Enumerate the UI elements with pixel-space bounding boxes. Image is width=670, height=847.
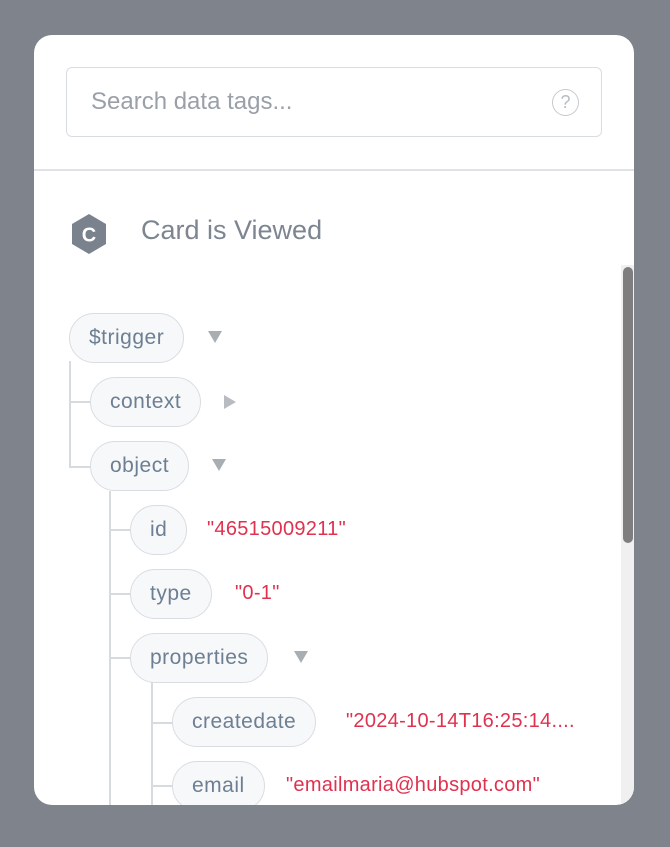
- tag-type[interactable]: type: [130, 569, 212, 619]
- tag-createdate[interactable]: createdate: [172, 697, 317, 747]
- collapse-arrow-icon[interactable]: [212, 459, 226, 471]
- event-title: Card is Viewed: [141, 215, 323, 245]
- search-input[interactable]: [91, 68, 541, 135]
- tag-context[interactable]: context: [90, 377, 202, 427]
- svg-text:C: C: [82, 225, 96, 247]
- tree-line: [151, 785, 173, 787]
- tag-value-id: "46515009211": [207, 518, 346, 540]
- tag-id[interactable]: id: [130, 505, 188, 555]
- tag-value-email: "emailmaria@hubspot.com": [286, 774, 541, 796]
- tag-properties[interactable]: properties: [130, 633, 269, 683]
- tree-line: [151, 682, 153, 805]
- collapse-arrow-icon[interactable]: [208, 331, 222, 343]
- expand-arrow-icon[interactable]: [224, 395, 236, 409]
- help-icon[interactable]: ?: [552, 89, 579, 116]
- data-tags-panel: ? C Card is Viewed $trigger context obje…: [34, 35, 634, 805]
- tree-line: [69, 401, 91, 403]
- search-box: ?: [66, 67, 602, 137]
- tree-line: [69, 361, 71, 467]
- tree-line: [109, 593, 131, 595]
- tag-object[interactable]: object: [90, 441, 190, 491]
- collapse-arrow-icon[interactable]: [294, 651, 308, 663]
- event-hexagon-icon: C: [72, 214, 106, 254]
- scrollbar-thumb[interactable]: [623, 267, 633, 543]
- tag-email[interactable]: email: [172, 761, 265, 805]
- tag-value-createdate: "2024-10-14T16:25:14....: [346, 710, 575, 732]
- tree-line: [151, 722, 173, 724]
- tag-value-type: "0-1": [235, 582, 280, 604]
- tree-line: [69, 466, 91, 468]
- tree-line: [109, 529, 131, 531]
- data-tree-scroll-area[interactable]: C Card is Viewed $trigger context object…: [34, 171, 634, 805]
- tag-trigger[interactable]: $trigger: [69, 313, 185, 363]
- tree-line: [109, 657, 131, 659]
- tree-line: [109, 491, 111, 805]
